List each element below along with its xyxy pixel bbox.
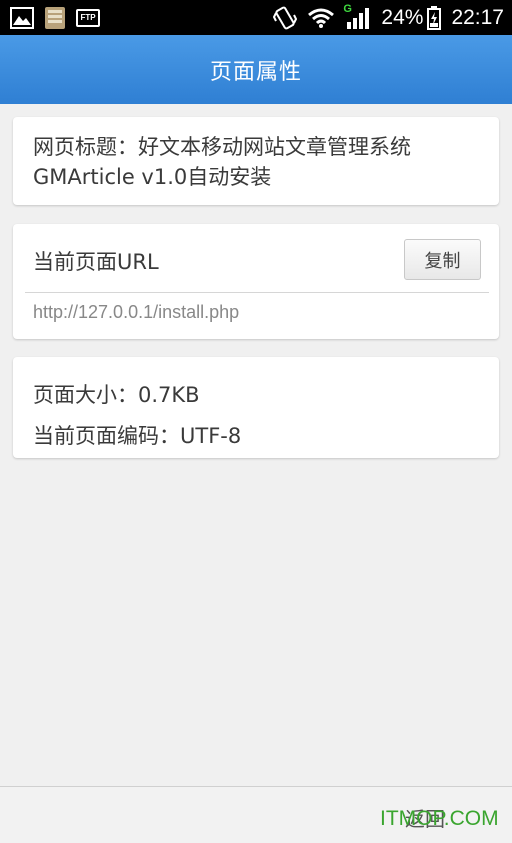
status-bar-left: FTP	[10, 6, 100, 30]
image-icon	[10, 6, 34, 29]
bottom-bar: 返回 ITMOP.COM	[0, 786, 512, 843]
sd-card-icon	[44, 6, 66, 30]
page-title-card: 网页标题：好文本移动网站文章管理系统GMArticle v1.0自动安装	[13, 117, 499, 205]
battery-charging-icon	[427, 5, 442, 30]
ftp-label: FTP	[76, 8, 100, 27]
page-encoding-text: 当前页面编码：UTF-8	[33, 424, 242, 448]
ftp-icon: FTP	[76, 8, 100, 27]
signal-type-label: G	[343, 2, 352, 15]
copy-button[interactable]: 复制	[404, 239, 481, 280]
battery-percent: 24%	[381, 5, 424, 29]
signal-icon: G	[343, 2, 371, 30]
watermark-text: ITMOP.COM	[380, 807, 499, 830]
page-size-text: 页面大小：0.7KB	[33, 383, 200, 407]
url-divider	[25, 292, 489, 293]
title-bar: 页面属性	[0, 35, 512, 104]
page-info-card: 页面大小：0.7KB 当前页面编码：UTF-8	[13, 357, 499, 458]
url-card: 当前页面URL 复制 http://127.0.0.1/install.php	[13, 224, 499, 339]
status-bar-right: G 24% 22:17	[273, 2, 504, 31]
status-time: 22:17	[451, 5, 504, 29]
wifi-icon	[307, 7, 335, 29]
url-label: 当前页面URL	[33, 250, 159, 274]
page-title: 页面属性	[209, 59, 302, 85]
status-bar: FTP G 24% 22:17	[0, 0, 512, 35]
url-value: http://127.0.0.1/install.php	[33, 302, 240, 322]
page-title-text: 网页标题：好文本移动网站文章管理系统GMArticle v1.0自动安装	[33, 135, 411, 189]
vibrate-icon	[273, 5, 298, 31]
